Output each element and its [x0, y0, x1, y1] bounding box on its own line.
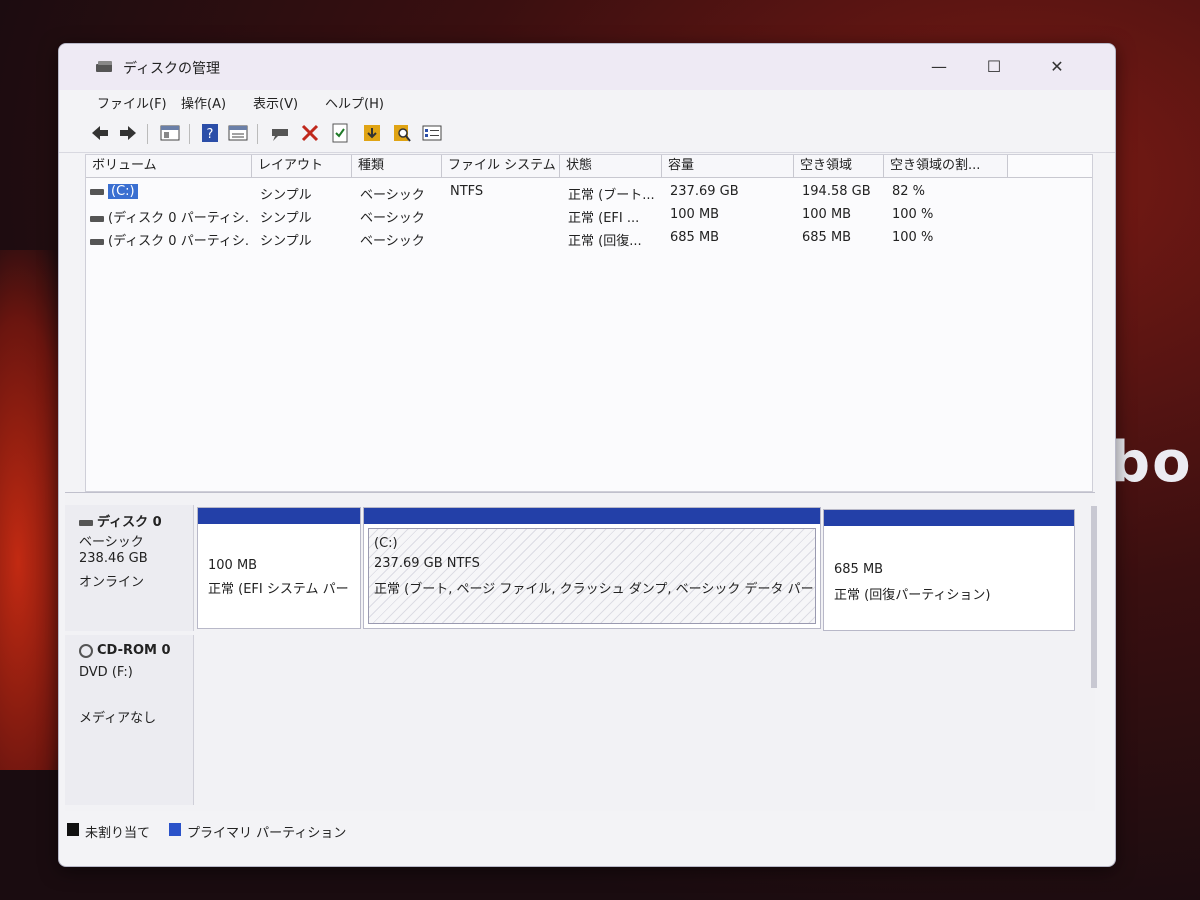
check-icon[interactable]	[329, 122, 351, 144]
volume-status: 正常 (回復...	[568, 234, 642, 249]
drive-icon	[90, 215, 104, 222]
partition-bar	[198, 508, 360, 524]
toolbar-separator	[147, 124, 148, 144]
volume-type: ベーシック	[360, 211, 425, 226]
column-header-volume[interactable]: ボリューム	[86, 155, 252, 177]
disk-icon	[79, 519, 93, 526]
search-icon[interactable]	[391, 122, 413, 144]
back-icon[interactable]	[89, 122, 111, 144]
volume-name: (C:)	[108, 184, 138, 199]
volume-percent-free: 100 %	[892, 207, 934, 222]
partition-status: 正常 (ブート, ページ ファイル, クラッシュ ダンプ, ベーシック データ …	[374, 582, 814, 597]
maximize-button[interactable]: ☐	[974, 52, 1014, 82]
volume-capacity: 685 MB	[670, 230, 720, 245]
partition-bar	[364, 508, 820, 524]
legend: 未割り当て プライマリ パーティション	[59, 816, 1115, 856]
volume-list: ボリューム レイアウト 種類 ファイル システム 状態 容量 空き領域 空き領域…	[85, 154, 1093, 492]
column-header-type[interactable]: 種類	[352, 155, 442, 177]
window-title: ディスクの管理	[123, 61, 221, 77]
partition-size: 685 MB	[834, 562, 884, 577]
volume-status: 正常 (EFI ...	[568, 211, 640, 226]
toolbar: ?	[59, 114, 1115, 153]
column-header-status[interactable]: 状態	[560, 155, 662, 177]
help-icon[interactable]: ?	[199, 122, 221, 144]
volume-capacity: 237.69 GB	[670, 184, 739, 199]
header-divider	[86, 177, 1092, 178]
partition-recovery[interactable]: 685 MB 正常 (回復パーティション)	[823, 509, 1075, 631]
partition-size: 100 MB	[208, 558, 258, 573]
title-bar[interactable]: ディスクの管理 — ☐ ✕	[59, 44, 1115, 90]
volume-layout: シンプル	[260, 188, 312, 203]
settings-list-icon[interactable]	[421, 122, 443, 144]
delete-icon[interactable]	[299, 122, 321, 144]
cdrom-0-media: メディアなし	[79, 711, 157, 726]
import-icon[interactable]	[361, 122, 383, 144]
partition-size: 237.69 GB NTFS	[374, 556, 480, 571]
menu-file[interactable]: ファイル(F)	[97, 93, 167, 112]
volume-name: (ディスク 0 パーティシ...	[108, 234, 250, 249]
volume-name: (ディスク 0 パーティシ...	[108, 211, 250, 226]
volume-percent-free: 100 %	[892, 230, 934, 245]
menu-view[interactable]: 表示(V)	[253, 93, 298, 112]
legend-unallocated-swatch	[67, 823, 79, 836]
legend-primary-swatch	[169, 823, 181, 836]
volume-filesystem: NTFS	[450, 184, 484, 199]
partition-efi[interactable]: 100 MB 正常 (EFI システム パー	[197, 507, 361, 629]
partition-c-drive[interactable]: (C:) 237.69 GB NTFS 正常 (ブート, ページ ファイル, ク…	[363, 507, 821, 629]
drive-icon	[90, 238, 104, 245]
disk-view-scrollbar[interactable]	[1091, 506, 1097, 688]
table-row[interactable]: (C:) シンプル ベーシック NTFS 正常 (ブート... 237.69 G…	[86, 181, 1092, 203]
drive-icon	[90, 188, 104, 195]
menu-help[interactable]: ヘルプ(H)	[325, 93, 384, 112]
disk-graphical-view: ディスク 0 ベーシック 238.46 GB オンライン 100 MB 正常 (…	[65, 492, 1095, 811]
column-header-free-space[interactable]: 空き領域	[794, 155, 884, 177]
volume-layout: シンプル	[260, 211, 312, 226]
volume-percent-free: 82 %	[892, 184, 926, 199]
cdrom-icon	[79, 643, 93, 658]
column-header-filesystem[interactable]: ファイル システム	[442, 155, 560, 177]
volume-free-space: 194.58 GB	[802, 184, 871, 199]
disk-0-name: ディスク 0	[97, 515, 162, 530]
menu-bar: ファイル(F) 操作(A) 表示(V) ヘルプ(H)	[59, 90, 1115, 112]
properties-icon[interactable]	[227, 122, 249, 144]
volume-free-space: 100 MB	[802, 207, 852, 222]
table-row[interactable]: (ディスク 0 パーティシ... シンプル ベーシック 正常 (EFI ... …	[86, 204, 1092, 226]
volume-layout: シンプル	[260, 234, 312, 249]
menu-action[interactable]: 操作(A)	[181, 93, 226, 112]
cdrom-0-name: CD-ROM 0	[97, 643, 171, 658]
disk-management-app-icon	[96, 61, 112, 72]
background-logo-text: bo	[1110, 430, 1193, 495]
view-icon[interactable]	[159, 122, 181, 144]
volume-free-space: 685 MB	[802, 230, 852, 245]
partition-label: (C:)	[374, 536, 398, 551]
close-button[interactable]: ✕	[1037, 52, 1077, 82]
volume-status: 正常 (ブート...	[568, 188, 655, 203]
partition-status: 正常 (EFI システム パー	[208, 582, 349, 597]
column-header-percent-free[interactable]: 空き領域の割...	[884, 155, 1008, 177]
column-header-capacity[interactable]: 容量	[662, 155, 794, 177]
volume-type: ベーシック	[360, 188, 425, 203]
svg-text:?: ?	[207, 127, 214, 142]
toolbar-separator	[189, 124, 190, 144]
minimize-button[interactable]: —	[919, 52, 959, 82]
cdrom-0-drive: DVD (F:)	[79, 665, 133, 680]
partition-status: 正常 (回復パーティション)	[834, 588, 991, 603]
volume-type: ベーシック	[360, 234, 425, 249]
disk-0-size: 238.46 GB	[79, 551, 148, 566]
disk-management-window: ディスクの管理 — ☐ ✕ ファイル(F) 操作(A) 表示(V) ヘルプ(H)…	[58, 43, 1116, 867]
volume-capacity: 100 MB	[670, 207, 720, 222]
cdrom-0-info[interactable]: CD-ROM 0 DVD (F:) メディアなし	[65, 635, 194, 805]
disk-0-info[interactable]: ディスク 0 ベーシック 238.46 GB オンライン	[65, 505, 194, 631]
disk-0-state: オンライン	[79, 575, 145, 590]
legend-unallocated-label: 未割り当て	[85, 826, 151, 841]
connect-icon[interactable]	[269, 122, 291, 144]
selection-hatch	[368, 528, 816, 624]
toolbar-separator	[257, 124, 258, 144]
legend-primary-label: プライマリ パーティション	[187, 826, 347, 841]
disk-0-type: ベーシック	[79, 535, 144, 550]
table-row[interactable]: (ディスク 0 パーティシ... シンプル ベーシック 正常 (回復... 68…	[86, 227, 1092, 249]
forward-icon[interactable]	[117, 122, 139, 144]
column-header-layout[interactable]: レイアウト	[252, 155, 352, 177]
partition-bar	[824, 510, 1074, 526]
